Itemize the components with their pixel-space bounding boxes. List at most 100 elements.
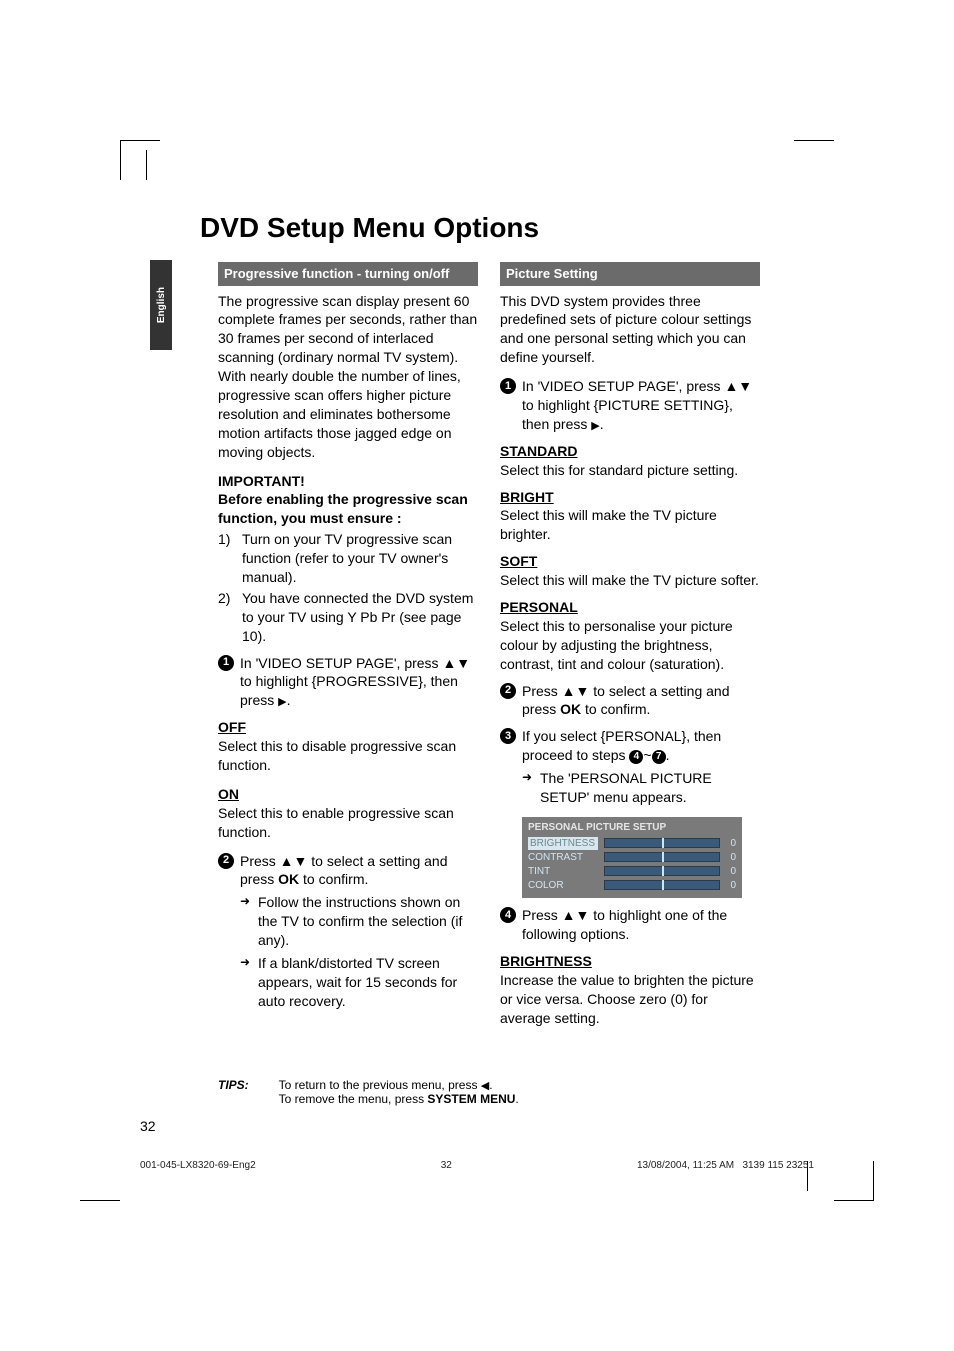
play-icon: ▶ [591,420,599,432]
option-heading: BRIGHTNESS [500,952,760,971]
body-text: Select this for standard picture setting… [500,461,760,480]
osd-value: 0 [726,837,736,851]
list-item: 1) Turn on your TV progressive scan func… [218,530,478,587]
footer-right: 13/08/2004, 11:25 AM 3139 115 23251 [637,1160,814,1171]
result-text: Follow the instructions shown on the TV … [240,893,478,950]
body-text: Select this to enable progressive scan f… [218,804,478,842]
step-number-icon: 1 [218,655,234,671]
osd-label: CONTRAST [528,851,598,865]
language-label: English [156,287,167,323]
step-text: to confirm. [581,701,650,717]
list-text: You have connected the DVD system to you… [242,589,478,646]
tips-line: . [489,1078,492,1092]
step-number-icon: 1 [500,378,516,394]
osd-label: COLOR [528,879,598,893]
step-text: . [666,747,670,763]
result-text: The 'PERSONAL PICTURE SETUP' menu appear… [522,769,760,807]
important-heading: IMPORTANT! [218,472,478,491]
body-text: Increase the value to brighten the pictu… [500,971,760,1028]
step: 1 In 'VIDEO SETUP PAGE', press ▲▼ to hig… [218,654,478,711]
list-item: 2) You have connected the DVD system to … [218,589,478,646]
tips-line: To return to the previous menu, press [279,1078,481,1092]
tips-text: To return to the previous menu, press ◀.… [279,1078,519,1106]
footer-page: 32 [441,1160,452,1171]
step-number-icon: 2 [500,683,516,699]
option-heading: OFF [218,718,478,737]
list-text: Turn on your TV progressive scan functio… [242,530,478,587]
list-index: 2) [218,589,236,646]
osd-row: BRIGHTNESS 0 [528,836,736,850]
body-text: Select this will make the TV picture sof… [500,571,760,590]
ok-label: OK [560,701,581,717]
left-column: Progressive function - turning on/off Th… [218,262,478,1011]
list-index: 1) [218,530,236,587]
page-title: DVD Setup Menu Options [200,212,539,244]
crop-mark [146,150,147,180]
page: DVD Setup Menu Options English Progressi… [0,0,954,1351]
option-heading: BRIGHT [500,488,760,507]
step-text: to confirm. [299,871,368,887]
crop-mark [80,1161,120,1201]
tips-row: TIPS: To return to the previous menu, pr… [218,1078,519,1106]
step: 3 If you select {PERSONAL}, then proceed… [500,727,760,898]
step: 4 Press ▲▼ to highlight one of the follo… [500,906,760,944]
step-number-icon: 4 [500,907,516,923]
right-column: Picture Setting This DVD system provides… [500,262,760,1028]
ok-label: OK [278,871,299,887]
osd-slider [604,866,720,876]
section-header: Progressive function - turning on/off [218,262,478,286]
footer-code: 3139 115 23251 [742,1160,814,1171]
print-footer: 001-045-LX8320-69-Eng2 32 13/08/2004, 11… [140,1160,814,1171]
body-text: Select this to personalise your picture … [500,617,760,674]
play-icon: ▶ [278,696,286,708]
step-ref-icon: 7 [652,750,666,764]
step: 2 Press ▲▼ to select a setting and press… [218,852,478,1011]
tips-line: . [515,1092,518,1106]
osd-label: TINT [528,865,598,879]
osd-title: PERSONAL PICTURE SETUP [528,821,736,835]
step-text: In 'VIDEO SETUP PAGE', press ▲▼ to highl… [522,378,752,432]
page-number: 32 [140,1118,156,1134]
footer-doc-id: 001-045-LX8320-69-Eng2 [140,1160,256,1171]
body-text: Select this to disable progressive scan … [218,737,478,775]
osd-row: COLOR 0 [528,878,736,892]
body-text: This DVD system provides three predefine… [500,292,760,368]
step-text: . [287,692,291,708]
osd-value: 0 [726,879,736,893]
tilde: ~ [643,747,651,763]
step: 2 Press ▲▼ to select a setting and press… [500,682,760,720]
option-heading: PERSONAL [500,598,760,617]
crop-mark [120,140,160,180]
step-text: Press ▲▼ to highlight one of the followi… [522,907,727,942]
osd-value: 0 [726,865,736,879]
step-text: In 'VIDEO SETUP PAGE', press ▲▼ to highl… [240,655,470,709]
system-menu-label: SYSTEM MENU [427,1092,515,1106]
option-heading: ON [218,785,478,804]
osd-value: 0 [726,851,736,865]
step-number-icon: 3 [500,728,516,744]
step-text: . [600,416,604,432]
option-heading: STANDARD [500,442,760,461]
footer-timestamp: 13/08/2004, 11:25 AM [637,1160,734,1171]
crop-mark [834,1161,874,1201]
option-heading: SOFT [500,552,760,571]
body-text: Select this will make the TV picture bri… [500,506,760,544]
osd-row: CONTRAST 0 [528,850,736,864]
osd-row: TINT 0 [528,864,736,878]
crop-mark [794,140,834,180]
step-number-icon: 2 [218,853,234,869]
osd-menu-illustration: PERSONAL PICTURE SETUP BRIGHTNESS 0 CONT… [522,817,742,899]
osd-slider [604,838,720,848]
osd-label: BRIGHTNESS [528,837,598,851]
language-tab: English [150,260,172,350]
tips-line: To remove the menu, press [279,1092,428,1106]
tips-label: TIPS: [218,1078,249,1106]
step-ref-icon: 4 [629,750,643,764]
result-text: If a blank/distorted TV screen appears, … [240,954,478,1011]
osd-slider [604,852,720,862]
step-text: If you select {PERSONAL}, then proceed t… [522,728,721,763]
osd-slider [604,880,720,890]
left-icon: ◀ [481,1080,489,1092]
step: 1 In 'VIDEO SETUP PAGE', press ▲▼ to hig… [500,377,760,434]
subheading: Before enabling the progressive scan fun… [218,490,478,528]
